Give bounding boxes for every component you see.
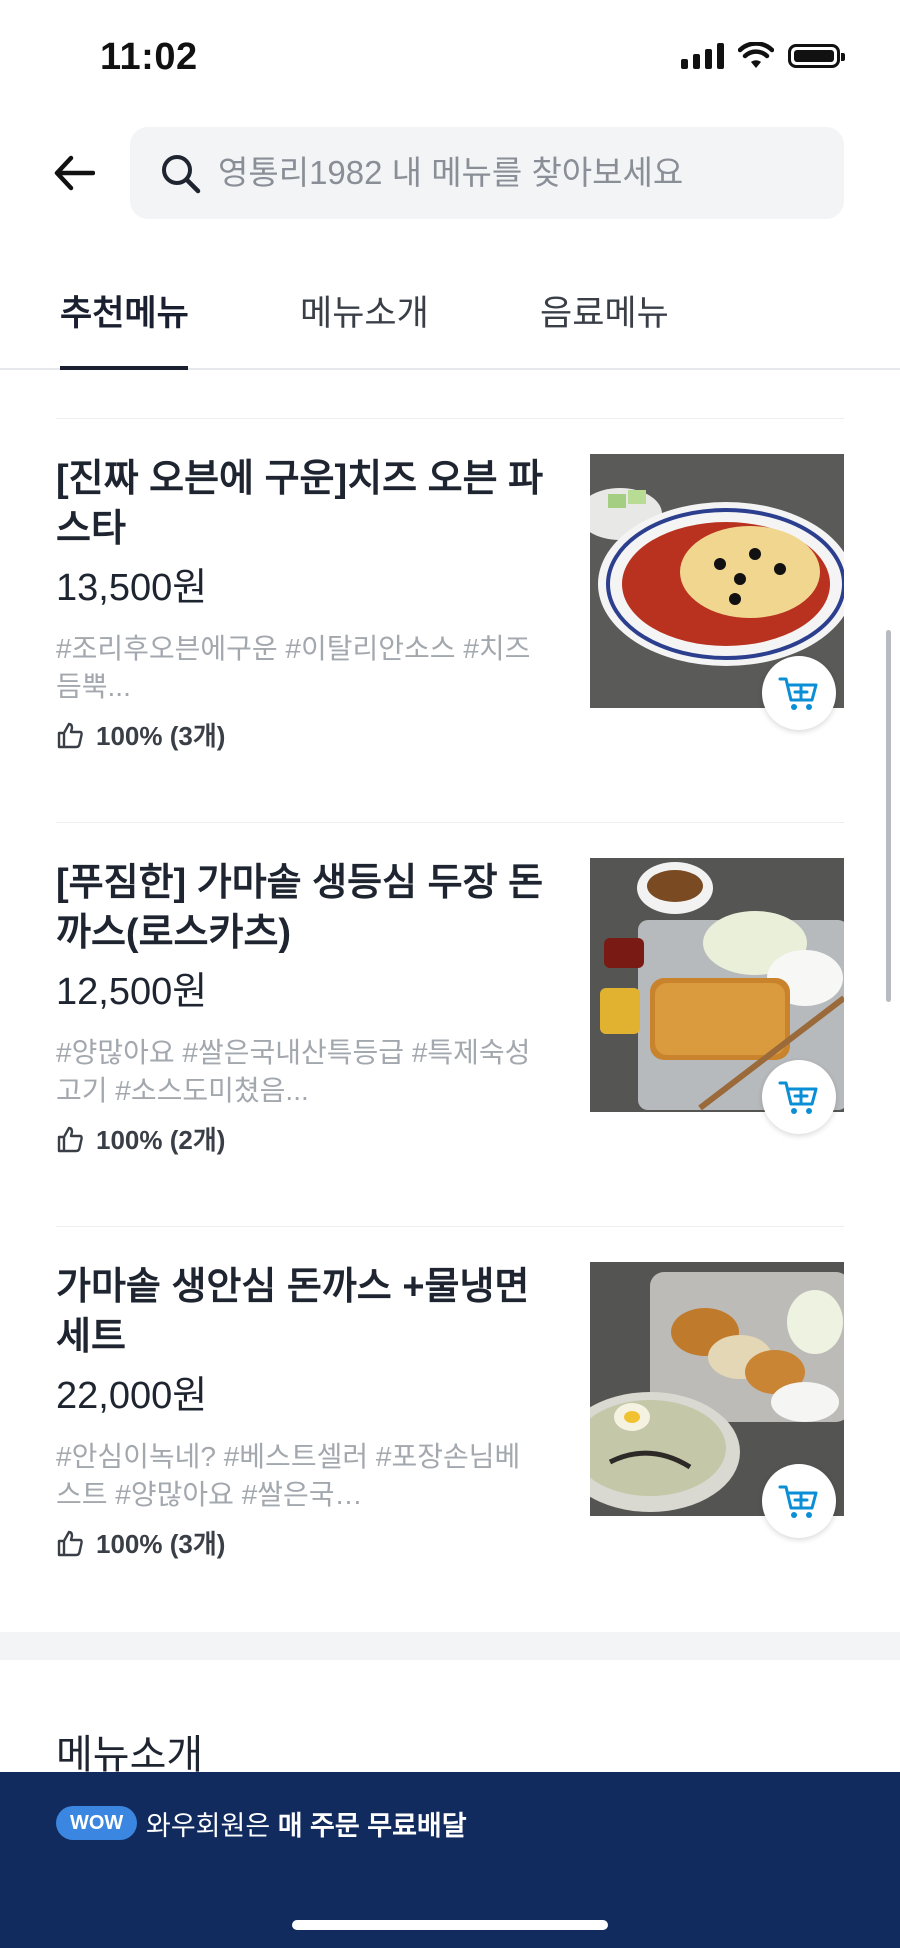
home-indicator xyxy=(292,1920,608,1930)
battery-icon xyxy=(788,44,845,68)
menu-item-rating-text: 100% (3개) xyxy=(96,1529,226,1559)
search-input[interactable] xyxy=(216,153,820,193)
tab-recommended-menu[interactable]: 추천메뉴 xyxy=(60,285,189,336)
menu-item[interactable]: [푸짐한] 가마솥 생등심 두장 돈까스(로스카츠) 12,500원 #양많아요… xyxy=(0,822,900,1227)
add-to-cart-button[interactable] xyxy=(762,1464,836,1538)
tab-drink-menu[interactable]: 음료메뉴 xyxy=(540,285,669,336)
thumbs-up-icon xyxy=(56,719,88,751)
scrollbar[interactable] xyxy=(886,630,891,1002)
menu-item-name: [진짜 오븐에 구운]치즈 오븐 파스타 xyxy=(56,458,544,550)
menu-item-tags: #안심이녹네? #베스트셀러 #포장손님베스트 #양많아요 #쌀은국… xyxy=(56,1441,521,1510)
add-to-cart-button[interactable] xyxy=(762,656,836,730)
section-separator xyxy=(0,1632,900,1660)
add-to-cart-button[interactable] xyxy=(762,1060,836,1134)
menu-item-rating-text: 100% (3개) xyxy=(96,721,226,751)
tab-menu-intro[interactable]: 메뉴소개 xyxy=(300,285,429,336)
status-icons xyxy=(681,42,845,70)
wow-badge: WOW xyxy=(56,1806,138,1840)
wow-banner-text-highlight: 매 주문 무료배달 xyxy=(277,1811,467,1841)
menu-tabs: 추천메뉴 메뉴소개 음료메뉴 xyxy=(0,260,900,370)
menu-item-price: 12,500원 xyxy=(56,971,208,1013)
cart-plus-icon xyxy=(778,1485,818,1518)
cart-plus-icon xyxy=(778,1081,818,1114)
back-button[interactable] xyxy=(48,148,100,198)
thumbs-up-icon xyxy=(56,1527,88,1559)
menu-item-tags: #조리후오븐에구운 #이탈리안소스 #치즈듬뿍... xyxy=(56,633,531,702)
wifi-icon xyxy=(738,42,774,68)
cart-plus-icon xyxy=(778,677,818,710)
status-time: 11:02 xyxy=(100,36,198,78)
menu-item[interactable]: [진짜 오븐에 구운]치즈 오븐 파스타 13,500원 #조리후오븐에구운 #… xyxy=(0,418,900,823)
menu-item-tags: #양많아요 #쌀은국내산특등급 #특제숙성고기 #소스도미쳤음... xyxy=(56,1037,531,1106)
menu-item-name: [푸짐한] 가마솥 생등심 두장 돈까스(로스카츠) xyxy=(56,862,544,954)
menu-item-rating-text: 100% (2개) xyxy=(96,1125,226,1155)
cellular-signal-icon xyxy=(681,43,724,69)
menu-item-price: 13,500원 xyxy=(56,567,208,609)
menu-item-rating: 100% (3개) xyxy=(56,716,225,753)
menu-item-rating: 100% (2개) xyxy=(56,1120,225,1157)
wow-banner-text-prefix: 와우회원은 xyxy=(146,1811,278,1841)
menu-item-price: 22,000원 xyxy=(56,1375,208,1417)
menu-item-rating: 100% (3개) xyxy=(56,1524,225,1561)
menu-list: [진짜 오븐에 구운]치즈 오븐 파스타 13,500원 #조리후오븐에구운 #… xyxy=(0,370,900,1630)
back-arrow-icon xyxy=(54,155,95,191)
wow-banner-text: 와우회원은 매 주문 무료배달 xyxy=(146,1804,467,1843)
thumbs-up-icon xyxy=(56,1123,88,1155)
search-icon xyxy=(156,149,204,197)
menu-item-name: 가마솥 생안심 돈까스 +물냉면 세트 xyxy=(56,1266,530,1358)
menu-item[interactable]: 가마솥 생안심 돈까스 +물냉면 세트 22,000원 #안심이녹네? #베스트… xyxy=(0,1226,900,1631)
status-bar: 11:02 xyxy=(0,0,900,110)
search-box[interactable] xyxy=(130,127,844,219)
active-tab-indicator xyxy=(60,366,188,370)
